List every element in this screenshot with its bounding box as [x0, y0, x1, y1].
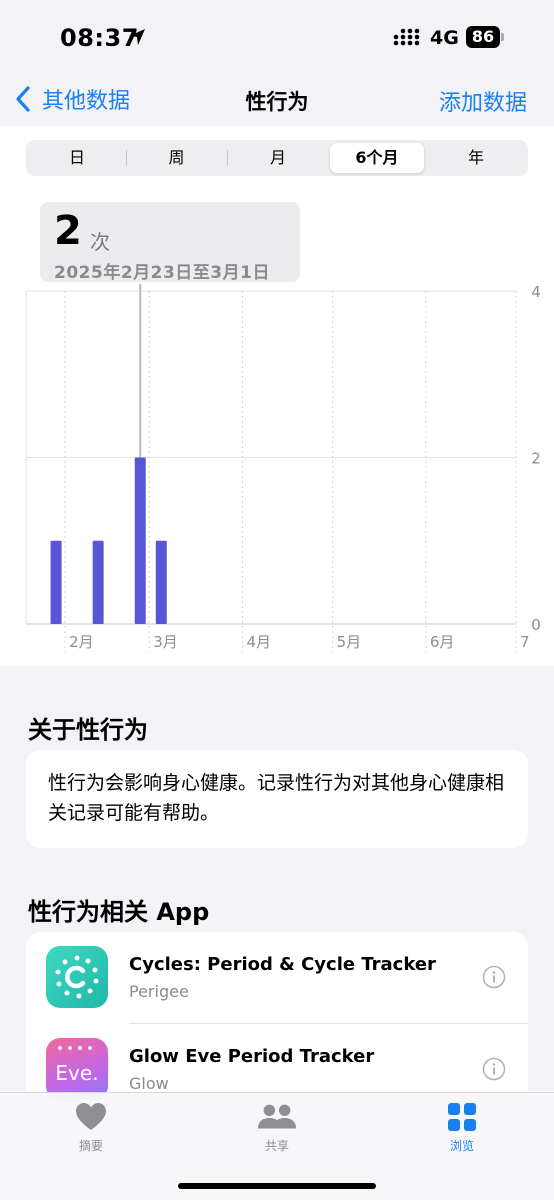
- chart-bar: [155, 540, 167, 624]
- y-tick-label: 0: [531, 616, 541, 634]
- heart-icon: [76, 1103, 106, 1130]
- app-developer: Perigee: [129, 982, 189, 1001]
- chart-panel: 日 周 月 6个月 年 0 2 4 2月 3月 4月 5月 6月 7 2 次 2025年2月23…: [0, 126, 554, 666]
- x-tick-label: 7: [520, 633, 530, 651]
- apps-section-title: 性行为相关 App: [28, 898, 210, 926]
- selected-unit: 次: [90, 230, 110, 254]
- app-name: Cycles: Period & Cycle Tracker: [129, 954, 436, 975]
- eve-app-icon: Eve.: [46, 1038, 108, 1100]
- about-text: 性行为会影响身心健康。记录性行为对其他身心健康相关记录可能有帮助。: [48, 772, 505, 824]
- battery-icon: 86: [466, 26, 504, 48]
- tab-label: 摘要: [78, 1139, 103, 1153]
- status-bar: 08:37 4G 86: [0, 0, 554, 74]
- tab-label: 浏览: [449, 1139, 474, 1153]
- selection-callout: 2 次 2025年2月23日至3月1日: [40, 202, 300, 283]
- location-arrow-icon: [129, 29, 145, 45]
- x-tick-label: 2月: [69, 633, 94, 651]
- about-section-title: 关于性行为: [28, 716, 148, 744]
- x-tick-label: 5月: [337, 633, 362, 651]
- tab-sharing[interactable]: 共享: [227, 1101, 327, 1154]
- x-tick-label: 6月: [430, 633, 455, 651]
- selected-value: 2: [54, 208, 82, 254]
- y-tick-label: 2: [531, 450, 541, 468]
- about-card: 性行为会影响身心健康。记录性行为对其他身心健康相关记录可能有帮助。: [26, 750, 528, 848]
- chart-bar: [134, 457, 146, 624]
- grid-icon: [448, 1103, 476, 1131]
- add-data-button[interactable]: 添加数据: [439, 85, 527, 117]
- app-name: Glow Eve Period Tracker: [129, 1046, 375, 1067]
- x-tick-label: 4月: [246, 633, 271, 651]
- x-tick-label: 3月: [153, 633, 178, 651]
- y-tick-label: 4: [531, 283, 541, 301]
- navigation-bar: 其他数据 性行为 添加数据: [0, 74, 554, 126]
- battery-level: 86: [466, 26, 500, 48]
- people-icon: [257, 1104, 297, 1129]
- network-type: 4G: [430, 27, 459, 49]
- tab-browse[interactable]: 浏览: [412, 1101, 512, 1154]
- tab-summary[interactable]: 摘要: [41, 1101, 141, 1154]
- info-icon[interactable]: [482, 1057, 506, 1081]
- chart-bar: [92, 540, 104, 624]
- app-developer: Glow: [129, 1074, 169, 1093]
- app-row-cycles[interactable]: Cycles: Period & Cycle Tracker Perigee: [26, 932, 528, 1024]
- tab-label: 共享: [264, 1139, 289, 1153]
- cellular-signal-icon: [393, 28, 420, 46]
- home-indicator: [178, 1183, 376, 1189]
- chart-bar: [50, 540, 62, 624]
- selected-date-range: 2025年2月23日至3月1日: [54, 263, 270, 283]
- eve-icon-text: Eve.: [55, 1061, 98, 1085]
- cycles-app-icon: [46, 946, 108, 1008]
- info-icon[interactable]: [482, 965, 506, 989]
